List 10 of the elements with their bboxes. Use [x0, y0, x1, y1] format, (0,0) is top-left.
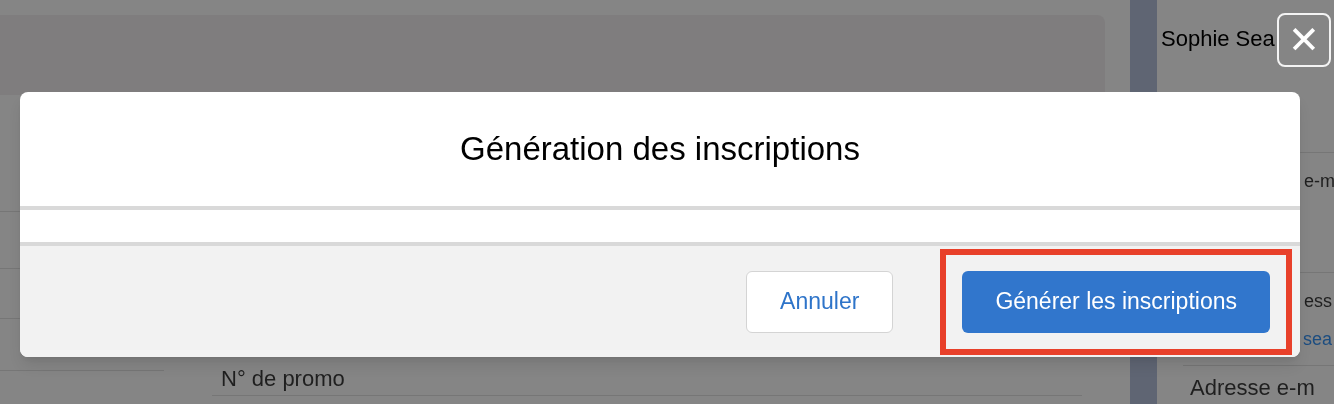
field-label: ess — [1304, 290, 1332, 313]
cancel-button[interactable]: Annuler — [746, 270, 894, 333]
field-label: e-m — [1304, 170, 1334, 193]
name-value: Sophie Sea — [1161, 25, 1275, 53]
email-link[interactable]: sea — [1303, 326, 1333, 353]
field-label: N° de promo — [221, 365, 345, 393]
generate-button[interactable]: Générer les inscriptions — [962, 270, 1270, 333]
close-button[interactable]: ✕ — [1277, 13, 1331, 67]
field-label: Adresse e-m — [1190, 374, 1315, 402]
modal-title: Génération des inscriptions — [460, 129, 860, 170]
